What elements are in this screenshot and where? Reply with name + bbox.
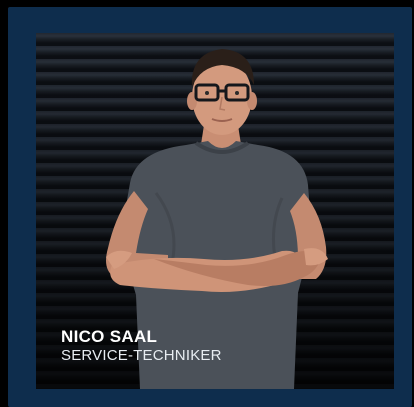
profile-card: NICO SAAL SERVICE-TECHNIKER [8, 7, 412, 407]
person-role: SERVICE-TECHNIKER [61, 347, 222, 364]
profile-photo: NICO SAAL SERVICE-TECHNIKER [36, 33, 394, 389]
person-name: NICO SAAL [61, 327, 158, 346]
caption: NICO SAAL SERVICE-TECHNIKER [61, 327, 222, 365]
